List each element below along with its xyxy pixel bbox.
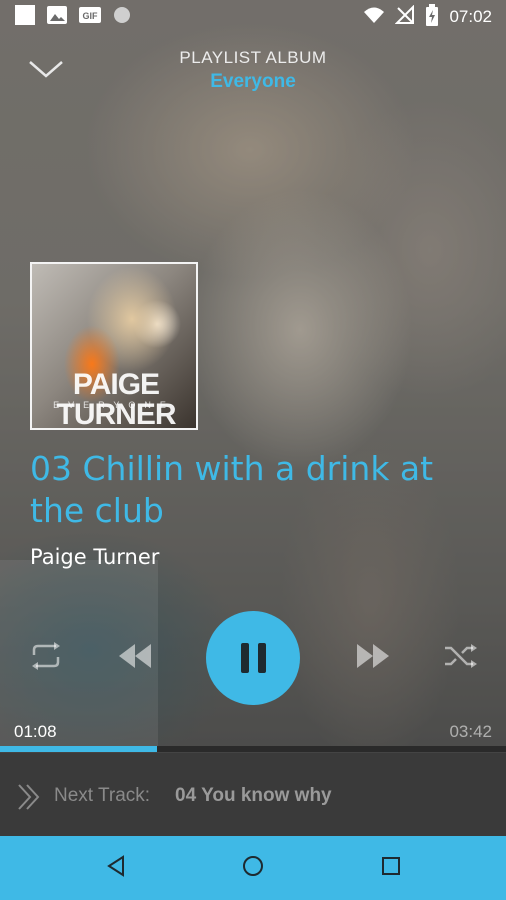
gif-icon: GIF bbox=[78, 6, 102, 28]
battery-charging-icon bbox=[425, 4, 439, 30]
repeat-icon bbox=[28, 641, 64, 675]
fast-forward-icon bbox=[355, 643, 391, 673]
shuffle-icon bbox=[443, 641, 479, 675]
playlist-type-label: PLAYLIST ALBUM bbox=[179, 48, 327, 67]
pause-button[interactable] bbox=[206, 611, 300, 705]
recents-square-icon bbox=[380, 855, 402, 881]
pause-icon bbox=[240, 643, 249, 673]
no-signal-icon bbox=[395, 4, 415, 29]
status-bar: GIF 07:02 bbox=[0, 0, 506, 34]
double-chevron-right-icon bbox=[16, 783, 42, 815]
shuffle-button[interactable] bbox=[442, 640, 480, 676]
elapsed-time: 01:08 bbox=[14, 722, 57, 741]
album-art[interactable]: PAIGE TURNER EVERYONE bbox=[30, 262, 198, 430]
circle-icon bbox=[112, 5, 132, 29]
back-button[interactable] bbox=[100, 852, 132, 884]
recents-button[interactable] bbox=[375, 852, 407, 884]
next-track-title: 04 You know why bbox=[175, 785, 332, 806]
home-circle-icon bbox=[241, 854, 265, 882]
wifi-icon bbox=[363, 6, 385, 28]
next-track-label: Next Track: bbox=[54, 785, 151, 806]
player-header: PLAYLIST ALBUM Everyone bbox=[0, 34, 506, 104]
previous-button[interactable] bbox=[116, 640, 154, 676]
rewind-icon bbox=[117, 643, 153, 673]
home-button[interactable] bbox=[237, 852, 269, 884]
back-triangle-icon bbox=[105, 855, 127, 881]
status-time: 07:02 bbox=[449, 7, 492, 26]
next-track-bar[interactable]: Next Track: 04 You know why bbox=[0, 752, 506, 836]
image-icon bbox=[46, 5, 68, 29]
next-button[interactable] bbox=[354, 640, 392, 676]
repeat-button[interactable] bbox=[28, 640, 64, 676]
navigation-bar bbox=[0, 836, 506, 900]
track-artist: Paige Turner bbox=[30, 545, 160, 569]
track-title: 03 Chillin with a drink at the club bbox=[30, 449, 434, 530]
notification-square-icon bbox=[14, 4, 36, 30]
playlist-name[interactable]: Everyone bbox=[0, 71, 506, 93]
pause-icon-bar bbox=[257, 643, 266, 673]
svg-text:GIF: GIF bbox=[83, 11, 99, 21]
album-art-album-text: EVERYONE bbox=[53, 400, 175, 410]
total-time: 03:42 bbox=[449, 722, 492, 741]
